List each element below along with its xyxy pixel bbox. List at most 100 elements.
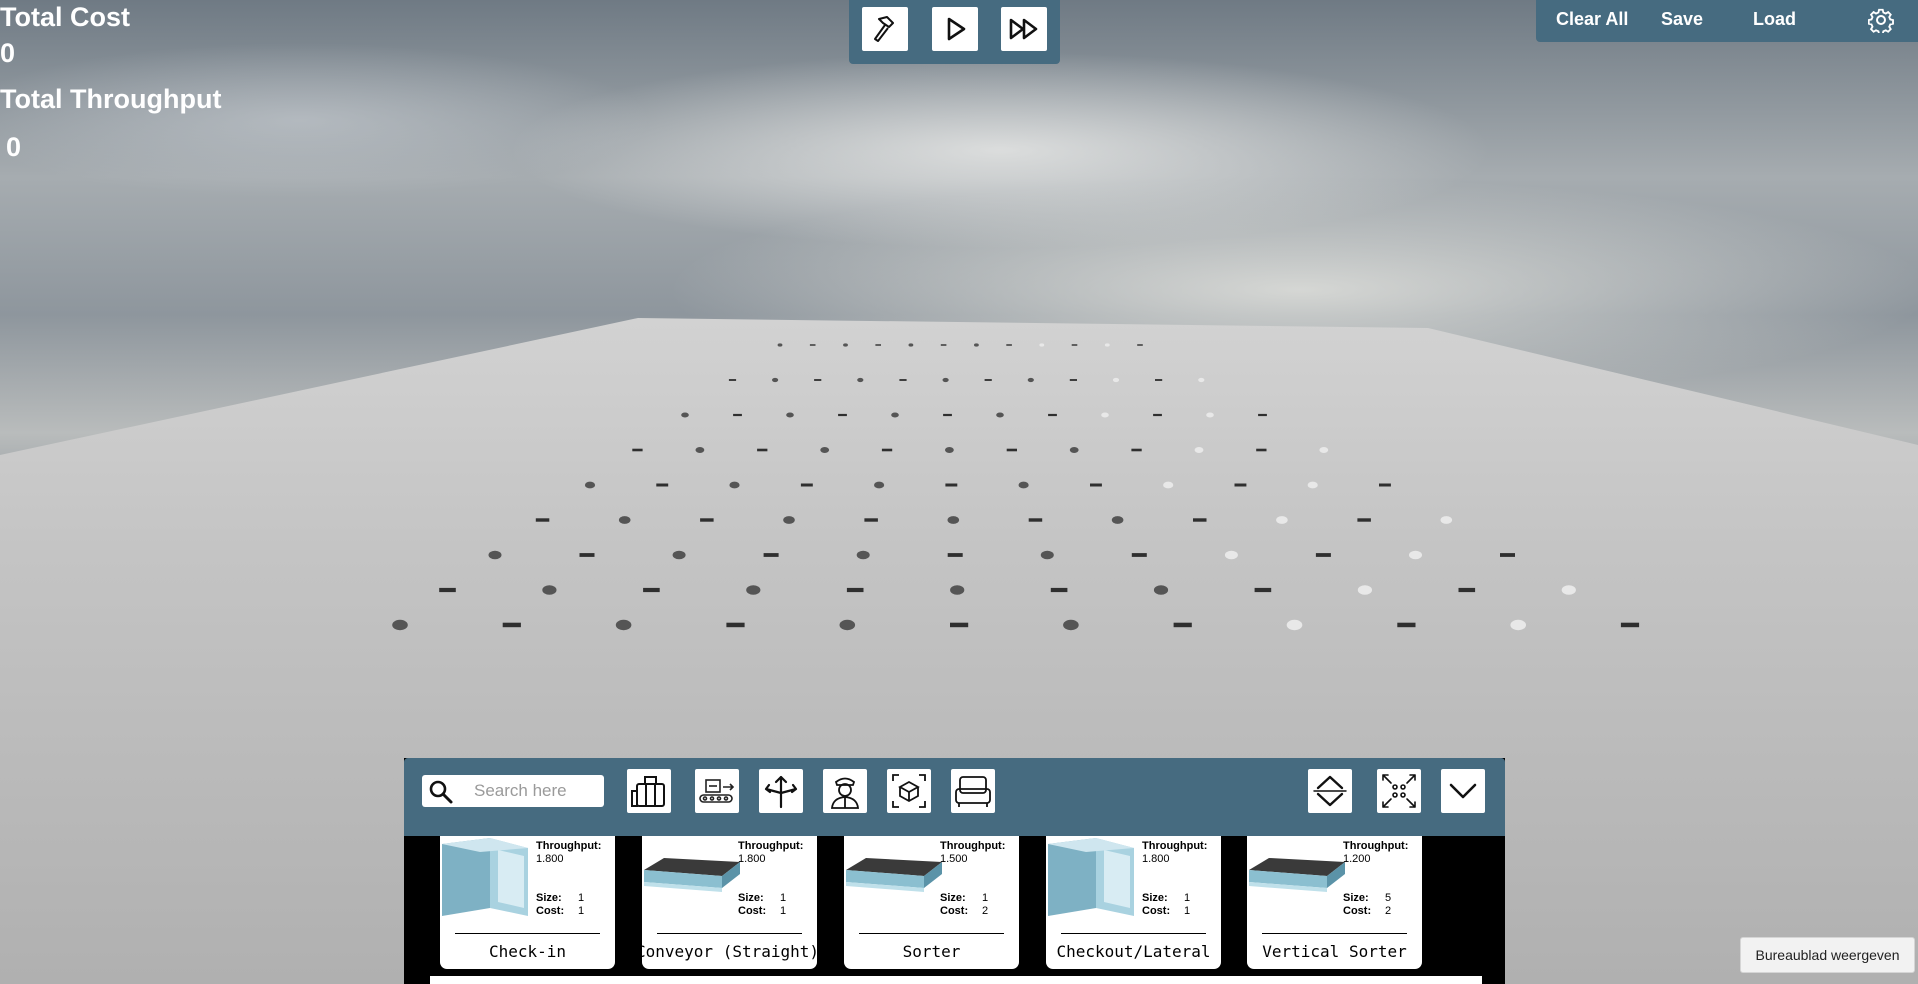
- throughput-value: 1.200: [1343, 853, 1371, 865]
- ground-marker: [1163, 481, 1174, 489]
- size-label: Size:: [1142, 892, 1168, 904]
- panel-scrollbar[interactable]: [430, 976, 1482, 984]
- ground-slot: [881, 448, 893, 452]
- ground-slot: [1193, 518, 1207, 522]
- category-staff-button[interactable]: [823, 769, 867, 813]
- ground-slot: [984, 379, 992, 381]
- size-value: 1: [780, 892, 787, 904]
- throughput-value: 1.800: [738, 853, 766, 865]
- ground-marker: [942, 377, 949, 383]
- ground-slot: [947, 553, 963, 557]
- divider: [859, 933, 1004, 934]
- ground-marker: [947, 516, 960, 524]
- search-input[interactable]: [474, 775, 598, 807]
- ground-marker: [1206, 412, 1214, 418]
- ground-marker: [1018, 481, 1029, 489]
- build-item-card[interactable]: Throughput: 1.500 Size: 1 Cost: 2 Sorter: [844, 836, 1019, 969]
- category-scanner-button[interactable]: [887, 769, 931, 813]
- ground-slot: [1315, 553, 1331, 557]
- search-box: [422, 775, 604, 807]
- ground-marker: [729, 481, 740, 489]
- ground-slot: [1397, 622, 1416, 628]
- conveyor-icon: [699, 779, 735, 803]
- ground-slot: [809, 344, 816, 346]
- ground-slot: [728, 379, 737, 381]
- category-luggage-button[interactable]: [627, 769, 671, 813]
- build-item-card[interactable]: Throughput: 1.800 Size: 1 Cost: 1 Checkout/Lat…: [1046, 836, 1221, 969]
- clear-all-button[interactable]: Clear All: [1556, 9, 1628, 30]
- build-item-card[interactable]: Throughput: 1.800 Size: 1 Cost: 1 Conveyor (St…: [642, 836, 817, 969]
- category-routing-button[interactable]: [759, 769, 803, 813]
- size-label: Size:: [536, 892, 562, 904]
- ground-slot: [632, 448, 643, 452]
- size-value: 5: [1385, 892, 1392, 904]
- ground-marker: [786, 412, 794, 418]
- staff-icon: [831, 777, 859, 809]
- ground-marker: [1510, 619, 1526, 631]
- ground-marker: [783, 516, 795, 524]
- play-button[interactable]: [932, 7, 978, 51]
- cost-value: 1: [578, 905, 585, 917]
- divider: [1061, 933, 1206, 934]
- ground-slot: [1131, 553, 1147, 557]
- size-label: Size:: [738, 892, 764, 904]
- scan-box-icon: [892, 774, 926, 808]
- cost-value: 1: [780, 905, 787, 917]
- ground-slot: [943, 413, 952, 417]
- item-name: Sorter: [902, 942, 961, 961]
- ground-marker: [1307, 481, 1318, 489]
- category-carousel-button[interactable]: [951, 769, 995, 813]
- cost-label: Cost:: [1142, 905, 1171, 917]
- item-name: Conveyor (Straight): [642, 942, 817, 961]
- ground-slot: [535, 518, 550, 522]
- cost-value: 1: [1184, 905, 1191, 917]
- ground-slot: [864, 518, 878, 522]
- ground-marker: [618, 516, 631, 524]
- hide-panel-button[interactable]: [1441, 769, 1485, 813]
- ground-marker: [839, 619, 856, 631]
- gear-icon[interactable]: [1868, 7, 1894, 33]
- ground-slot: [763, 553, 779, 557]
- ground-slot: [656, 483, 669, 487]
- ground-marker: [1440, 516, 1453, 524]
- ground-slot: [643, 587, 660, 593]
- fast-forward-button[interactable]: [1001, 7, 1047, 51]
- cost-label: Cost:: [940, 905, 969, 917]
- throughput-label: Throughput:: [1142, 840, 1208, 852]
- ground-marker: [974, 343, 979, 347]
- size-value: 1: [982, 892, 989, 904]
- throughput-label: Throughput:: [738, 840, 804, 852]
- ground-slot: [1458, 587, 1476, 593]
- load-button[interactable]: Load: [1753, 9, 1796, 30]
- throughput-value: 1.800: [1142, 853, 1170, 865]
- category-conveyor-button[interactable]: [695, 769, 739, 813]
- ground-marker: [1111, 516, 1124, 524]
- ground-slot: [1050, 587, 1068, 593]
- expand-collapse-button[interactable]: [1308, 769, 1352, 813]
- fast-forward-icon: [1009, 18, 1038, 40]
- item-thumbnail: [846, 858, 942, 892]
- ground-slot: [846, 587, 864, 593]
- ground-marker: [1194, 447, 1204, 453]
- throughput-label: Throughput:: [1343, 840, 1409, 852]
- ground-slot: [814, 379, 822, 381]
- show-desktop-tooltip: Bureaublad weergeven: [1740, 937, 1915, 973]
- ground-marker: [874, 481, 885, 489]
- ground-slot: [800, 483, 813, 487]
- ground-slot: [439, 587, 456, 593]
- file-toolbar: Clear All Save Load: [1536, 0, 1918, 42]
- ground-slot: [1500, 553, 1515, 557]
- ground-marker: [1069, 447, 1079, 453]
- ground-slot: [1153, 413, 1162, 417]
- item-thumbnail: [1249, 858, 1345, 892]
- ground-slot: [1256, 448, 1267, 452]
- ground-marker: [584, 481, 596, 489]
- build-item-card[interactable]: Throughput: 1.200 Size: 5 Cost: 2 Vertical Sor…: [1247, 836, 1422, 969]
- build-item-card[interactable]: Throughput: 1.800 Size: 1 Cost: 1 Check-in: [440, 836, 615, 969]
- save-button[interactable]: Save: [1661, 9, 1703, 30]
- throughput-value: 1.500: [940, 853, 968, 865]
- fit-view-button[interactable]: [1377, 769, 1421, 813]
- build-mode-button[interactable]: [862, 7, 908, 51]
- ground-slot: [757, 448, 768, 452]
- ground-marker: [1101, 412, 1109, 418]
